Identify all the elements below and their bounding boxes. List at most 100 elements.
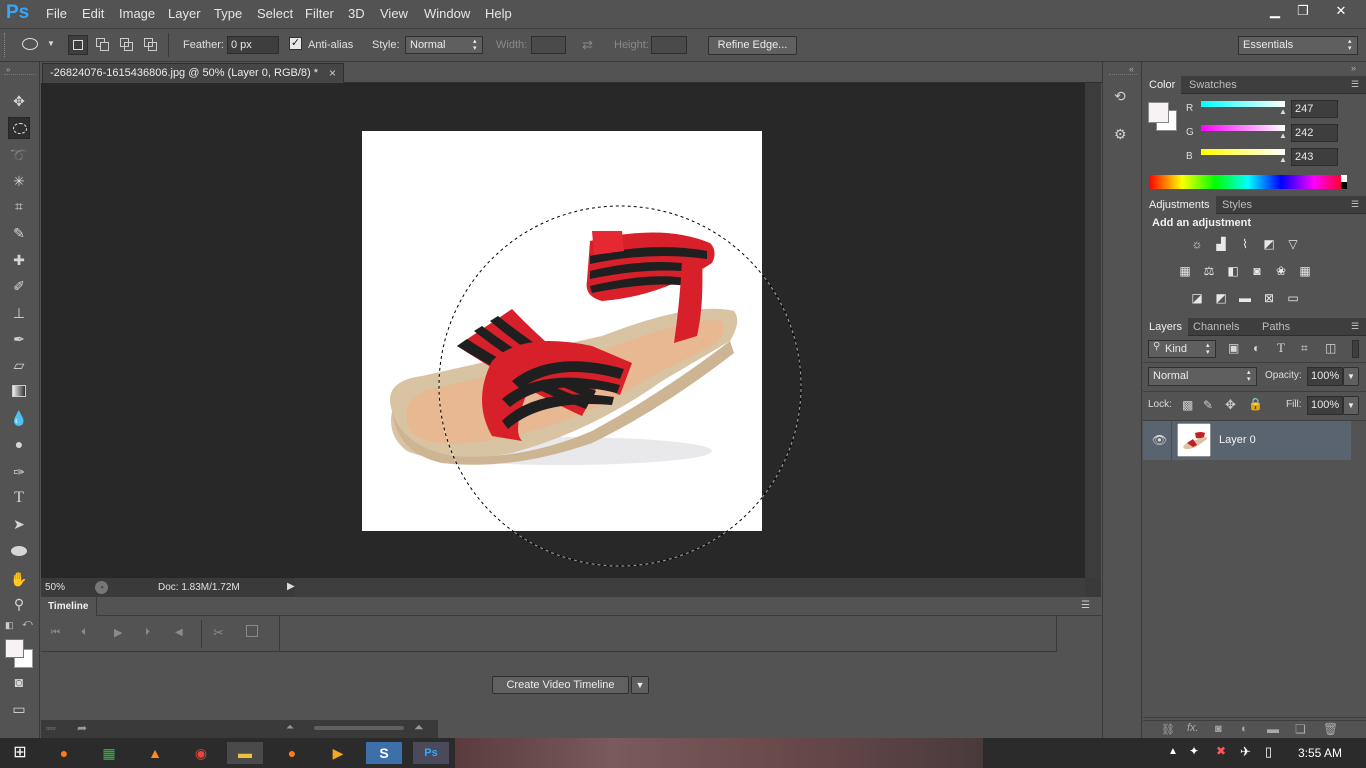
channel-mixer-icon[interactable]: ❀: [1272, 264, 1290, 278]
intersect-selection-button[interactable]: [144, 38, 158, 52]
workspace-select[interactable]: Essentials: [1238, 36, 1358, 55]
show-hidden-icons-icon[interactable]: ▲: [1168, 746, 1178, 757]
layers-panel-menu-icon[interactable]: ☰: [1351, 321, 1359, 332]
filter-toggle[interactable]: [1352, 340, 1359, 358]
firefox-taskbar-icon[interactable]: ●: [46, 742, 82, 764]
canvas-area[interactable]: [41, 83, 1085, 578]
airplane-mode-icon[interactable]: ✈: [1240, 744, 1251, 760]
tab-color[interactable]: Color: [1143, 76, 1182, 94]
add-mask-icon[interactable]: ◙: [1215, 723, 1222, 735]
refine-edge-button[interactable]: Refine Edge...: [708, 36, 797, 55]
opacity-dropdown-icon[interactable]: ▼: [1343, 367, 1359, 386]
split-icon[interactable]: ✂: [213, 625, 224, 641]
color-foreground-swatch[interactable]: [1148, 102, 1169, 123]
filter-pixel-icon[interactable]: ▣: [1228, 341, 1239, 355]
menu-3d[interactable]: 3D: [348, 6, 365, 21]
visibility-eye-icon[interactable]: 👁: [1152, 433, 1167, 447]
lock-position-icon[interactable]: ✥: [1225, 397, 1236, 413]
color-panel-menu-icon[interactable]: ☰: [1351, 79, 1359, 90]
marquee-tool-icon[interactable]: [8, 117, 30, 139]
clone-stamp-icon[interactable]: ⊥: [8, 302, 30, 324]
r-slider[interactable]: [1201, 101, 1285, 107]
play-icon[interactable]: ▶: [114, 626, 122, 639]
filter-type-icon[interactable]: T: [1277, 340, 1285, 356]
type-tool-icon[interactable]: T: [8, 487, 30, 509]
frame-animation-icon[interactable]: ▫▫▫: [46, 723, 56, 733]
menu-view[interactable]: View: [380, 6, 408, 21]
height-input[interactable]: [651, 36, 687, 54]
photoshop-taskbar-icon[interactable]: Ps: [413, 742, 449, 764]
chrome-taskbar-icon[interactable]: ◉: [183, 742, 219, 764]
status-info-icon[interactable]: ◔: [95, 581, 108, 594]
zoom-in-timeline-icon[interactable]: ⏶: [414, 720, 424, 735]
r-slider-thumb-icon[interactable]: ▲: [1279, 107, 1287, 116]
gradient-tool-icon[interactable]: [8, 380, 30, 402]
new-layer-icon[interactable]: ❏: [1295, 722, 1306, 736]
invert-icon[interactable]: ◪: [1188, 291, 1206, 305]
transition-icon[interactable]: [246, 625, 258, 637]
path-selection-icon[interactable]: ➤: [8, 513, 30, 535]
width-input[interactable]: [531, 36, 566, 54]
close-window-button[interactable]: ✕: [1318, 2, 1364, 20]
adjustments-panel-menu-icon[interactable]: ☰: [1351, 199, 1359, 210]
lock-transparent-icon[interactable]: ▩: [1182, 398, 1193, 412]
black-white-icon[interactable]: ◧: [1224, 264, 1242, 278]
tab-adjustments[interactable]: Adjustments: [1143, 196, 1216, 214]
start-button[interactable]: ⊞: [2, 742, 38, 764]
properties-panel-icon[interactable]: ⚙: [1114, 126, 1127, 143]
layer-row[interactable]: 👁 Layer 0: [1143, 421, 1351, 460]
delete-layer-icon[interactable]: 🗑: [1323, 722, 1338, 736]
new-adjustment-layer-icon[interactable]: ◐: [1241, 723, 1248, 735]
posterize-icon[interactable]: ◩: [1212, 291, 1230, 305]
taskbar-clock[interactable]: 3:55 AM: [1298, 746, 1342, 760]
first-frame-icon[interactable]: ⏮: [51, 627, 60, 638]
eyedropper-icon[interactable]: ✎: [8, 222, 30, 244]
swap-colors-icon[interactable]: ⤺: [22, 618, 33, 629]
expand-panels-icon[interactable]: «: [1129, 64, 1134, 74]
black-white-ramp[interactable]: [1341, 175, 1347, 189]
zoom-out-timeline-icon[interactable]: ⏶: [286, 722, 294, 733]
add-to-selection-button[interactable]: [96, 38, 110, 52]
zoom-tool-icon[interactable]: ⚲: [8, 593, 30, 615]
exposure-icon[interactable]: ◩: [1260, 237, 1278, 251]
style-select[interactable]: Normal: [405, 36, 483, 54]
minimize-button[interactable]: ▁: [1260, 2, 1290, 20]
menu-help[interactable]: Help: [485, 6, 512, 21]
antialias-checkbox[interactable]: ✓: [289, 37, 302, 50]
curves-icon[interactable]: ⌇: [1236, 237, 1254, 251]
eraser-icon[interactable]: ▱: [8, 354, 30, 376]
menu-file[interactable]: File: [46, 6, 67, 21]
opacity-input[interactable]: 100%: [1307, 367, 1343, 386]
levels-icon[interactable]: ▟: [1212, 237, 1230, 251]
photo-filter-icon[interactable]: ◙: [1248, 264, 1266, 278]
document-tab[interactable]: -26824076-1615436806.jpg @ 50% (Layer 0,…: [42, 63, 344, 83]
lock-image-icon[interactable]: ✎: [1203, 398, 1213, 412]
next-frame-icon[interactable]: ⏵: [145, 627, 150, 638]
timeline-menu-icon[interactable]: ☰: [1081, 600, 1090, 611]
previous-frame-icon[interactable]: ⏴: [81, 627, 86, 638]
quick-mask-icon[interactable]: ◙: [8, 671, 30, 693]
brightness-contrast-icon[interactable]: ☼: [1188, 237, 1206, 251]
blend-mode-select[interactable]: Normal: [1148, 367, 1257, 386]
color-spectrum-bar[interactable]: [1149, 175, 1347, 189]
tool-preset-dropdown-icon[interactable]: ▼: [47, 39, 55, 48]
tab-channels[interactable]: Channels: [1187, 318, 1245, 336]
collapse-right-icon[interactable]: »: [1351, 63, 1356, 73]
restore-button[interactable]: ❐: [1288, 2, 1318, 20]
fill-input[interactable]: 100%: [1307, 396, 1343, 415]
skype-taskbar-icon[interactable]: S: [366, 742, 402, 764]
hand-tool-icon[interactable]: ✋: [8, 568, 30, 590]
layer-thumbnail[interactable]: [1177, 423, 1211, 457]
network-tray-icon[interactable]: ✖: [1216, 744, 1226, 758]
vertical-scrollbar[interactable]: [1085, 83, 1101, 578]
foreground-color-swatch[interactable]: [5, 639, 24, 658]
lasso-tool-icon[interactable]: ➰: [8, 144, 30, 166]
blur-tool-icon[interactable]: 💧: [8, 407, 30, 429]
pen-tool-icon[interactable]: ✑: [8, 461, 30, 483]
color-lookup-icon[interactable]: ▦: [1296, 264, 1314, 278]
layer-name[interactable]: Layer 0: [1219, 434, 1256, 446]
filter-adjustment-icon[interactable]: ◐: [1253, 341, 1260, 355]
create-video-timeline-button[interactable]: Create Video Timeline: [492, 676, 629, 694]
timeline-type-dropdown-icon[interactable]: ▼: [631, 676, 649, 694]
menu-select[interactable]: Select: [257, 6, 293, 21]
